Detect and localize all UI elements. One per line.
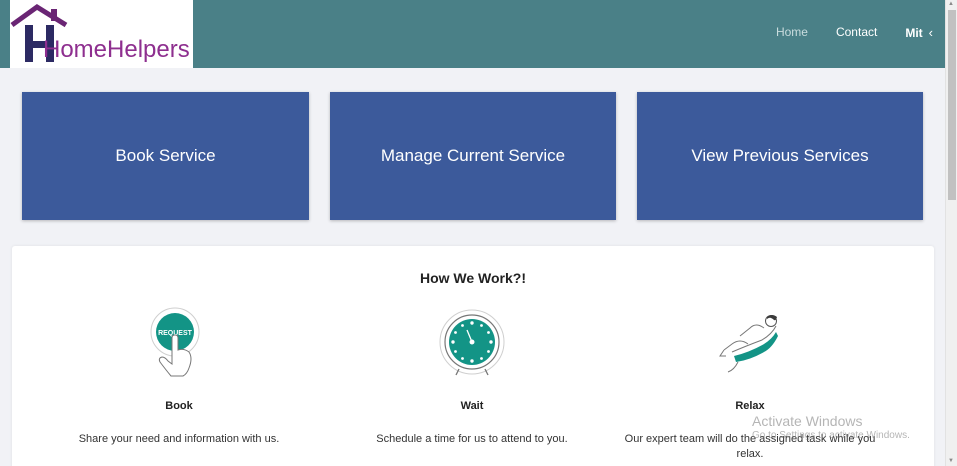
request-button-icon: REQUEST: [150, 307, 200, 377]
brand-name: HomeHelpers: [43, 36, 190, 63]
chevron-left-icon: ‹: [928, 25, 933, 40]
nav-contact-link[interactable]: Contact: [836, 25, 877, 40]
step-wait: Wait Schedule a time for us to attend to…: [332, 306, 612, 447]
activate-windows-subtitle: Go to Settings to activate Windows.: [752, 430, 910, 441]
relaxing-person-icon: [719, 315, 778, 373]
step-name: Wait: [460, 400, 484, 412]
book-service-card[interactable]: Book Service: [22, 92, 309, 220]
nav-home-link[interactable]: Home: [776, 25, 808, 40]
scroll-up-arrow-icon[interactable]: ▲: [948, 1, 954, 7]
step-description: Schedule a time for us to attend to you.: [376, 433, 568, 445]
vertical-scrollbar[interactable]: ▲ ▼: [945, 0, 957, 466]
card-label: Manage Current Service: [380, 146, 566, 165]
activate-windows-watermark: Activate Windows: [752, 413, 863, 429]
scrollbar-thumb[interactable]: [948, 10, 956, 200]
manage-current-service-card[interactable]: Manage Current Service: [330, 92, 616, 220]
step-description: Share your need and information with us.: [78, 433, 280, 445]
step-name: Relax: [735, 400, 765, 412]
user-menu[interactable]: Mit ‹: [905, 25, 933, 40]
nav-links: Home Contact Mit ‹: [748, 25, 933, 40]
view-previous-services-card[interactable]: View Previous Services: [637, 92, 923, 220]
brand-logo[interactable]: HomeHelpers: [10, 0, 193, 68]
user-name: Mit: [905, 25, 923, 40]
clock-icon: [439, 309, 505, 376]
step-name: Book: [165, 400, 193, 412]
scroll-down-arrow-icon[interactable]: ▼: [948, 458, 954, 464]
step-book: REQUEST Book Share your need and informa…: [39, 306, 319, 447]
top-navbar: HomeHelpers Home Contact Mit ‹: [0, 0, 945, 68]
section-title: How We Work?!: [419, 270, 527, 286]
card-label: View Previous Services: [691, 146, 869, 165]
card-label: Book Service: [115, 146, 216, 165]
